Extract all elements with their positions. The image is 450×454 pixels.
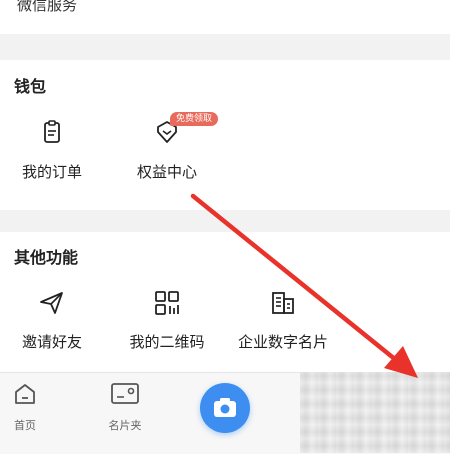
tab-home[interactable]: 首页 <box>0 381 55 433</box>
my-orders-label: 我的订单 <box>21 163 82 181</box>
enterprise-card-label: 企业数字名片 <box>237 333 328 351</box>
other-features-title: 其他功能 <box>14 248 79 267</box>
benefits-center-item[interactable]: 权益中心 <box>112 118 222 182</box>
card-holder-icon <box>111 383 139 404</box>
camera-icon <box>214 398 236 417</box>
camera-button[interactable] <box>200 383 250 433</box>
wallet-card: 钱包 我的订单 权益中心 免费领取 <box>0 60 450 210</box>
my-orders-item[interactable]: 我的订单 <box>0 118 107 182</box>
invite-friends-item[interactable]: 邀请好友 <box>0 288 107 352</box>
send-icon <box>37 288 67 318</box>
tab-home-label: 首页 <box>14 419 36 432</box>
other-features-card: 其他功能 邀请好友 我的二维码 企业数字名片 <box>0 232 450 372</box>
service-card: 微信服务 <box>0 0 450 34</box>
home-icon <box>15 384 35 404</box>
wechat-service-item[interactable]: 微信服务 <box>17 0 77 15</box>
my-qr-code-item[interactable]: 我的二维码 <box>112 288 222 352</box>
enterprise-card-item[interactable]: 企业数字名片 <box>228 288 338 352</box>
my-qr-code-label: 我的二维码 <box>129 333 205 351</box>
invite-friends-label: 邀请好友 <box>21 333 82 351</box>
tab-card-holder[interactable]: 名片夹 <box>95 381 155 433</box>
blurred-overlay <box>300 372 450 453</box>
order-icon <box>37 118 67 148</box>
benefits-center-label: 权益中心 <box>136 163 197 181</box>
free-claim-badge: 免费领取 <box>170 112 219 126</box>
building-icon <box>268 288 298 318</box>
qr-code-icon <box>152 288 182 318</box>
tab-card-holder-label: 名片夹 <box>108 419 142 432</box>
wallet-title: 钱包 <box>14 77 47 96</box>
